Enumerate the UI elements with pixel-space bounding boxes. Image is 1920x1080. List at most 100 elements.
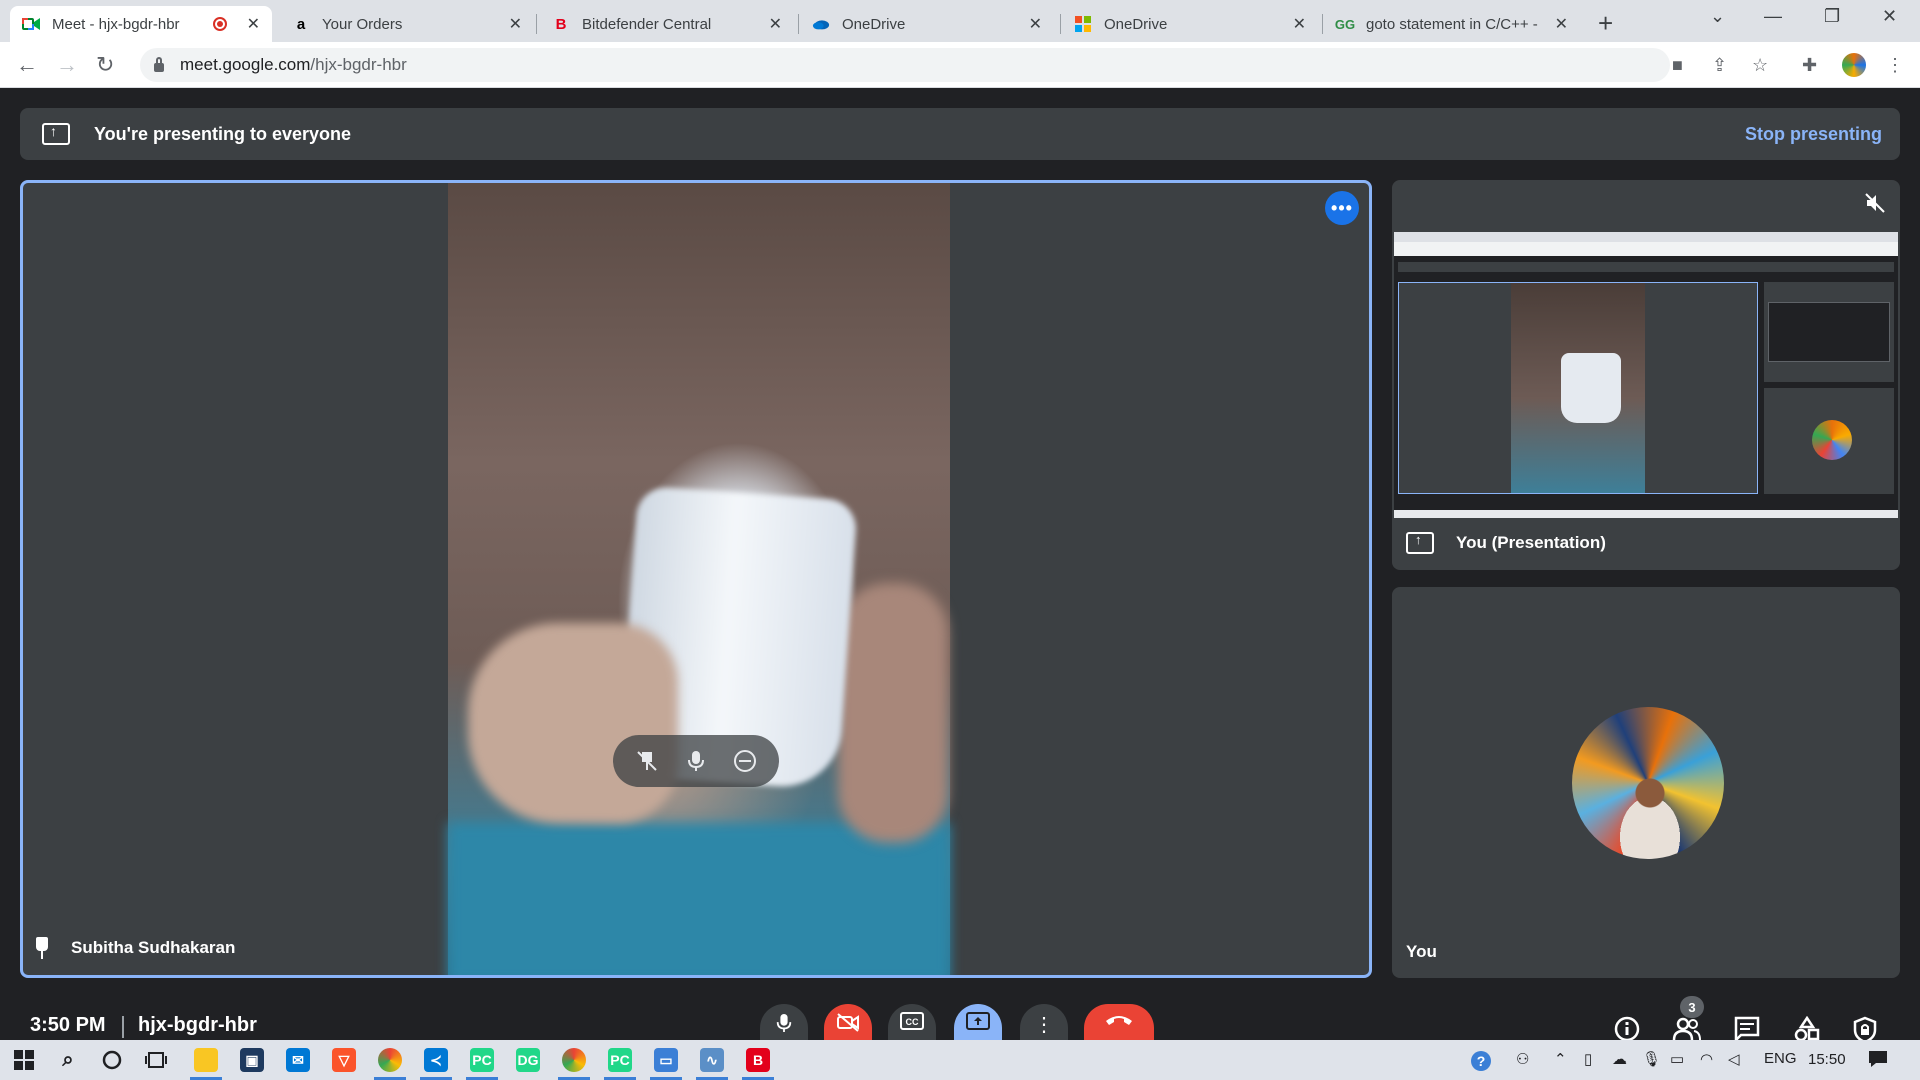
- tab-bitdefender[interactable]: B Bitdefender Central ✕: [540, 6, 794, 42]
- participant-name-label: Subitha Sudhakaran: [35, 937, 235, 959]
- vscode-icon[interactable]: ≺: [420, 1048, 452, 1080]
- device-icon[interactable]: ▯: [1584, 1050, 1592, 1068]
- jetbrains-icon[interactable]: DG: [516, 1048, 540, 1072]
- microphone-tray-icon[interactable]: 🎙: [1642, 1050, 1661, 1068]
- activities-shapes-icon: [1794, 1015, 1820, 1042]
- remote-desktop-icon[interactable]: ▭: [650, 1048, 682, 1080]
- more-options-icon[interactable]: •••: [1325, 191, 1359, 225]
- microphone-icon[interactable]: [679, 744, 713, 778]
- close-tab-icon[interactable]: ✕: [1029, 14, 1042, 34]
- battery-icon[interactable]: ▭: [1670, 1050, 1684, 1068]
- preview-taskbar: [1394, 510, 1898, 518]
- pin-icon: [35, 937, 49, 959]
- file-explorer-icon[interactable]: [190, 1048, 222, 1080]
- search-icon[interactable]: ⌕: [56, 1048, 80, 1072]
- more-options-button[interactable]: ⋮: [1020, 1004, 1068, 1040]
- tab-divider: [1060, 14, 1061, 34]
- preview-bottom-bar: [1394, 494, 1898, 518]
- close-tab-icon[interactable]: ✕: [769, 14, 782, 34]
- forward-arrow-icon[interactable]: →: [56, 52, 78, 78]
- help-icon[interactable]: ?: [1470, 1050, 1492, 1076]
- tab-onedrive-2[interactable]: OneDrive ✕: [1062, 6, 1318, 42]
- camera-in-use-icon[interactable]: ■: [1672, 55, 1683, 76]
- recording-indicator-icon: [212, 17, 227, 31]
- reload-icon[interactable]: ↻: [96, 52, 114, 78]
- chrome-profile-icon[interactable]: [558, 1048, 590, 1080]
- preview-browser-chrome: [1394, 232, 1898, 256]
- bitdefender-taskbar-icon[interactable]: B: [742, 1048, 774, 1080]
- present-now-button[interactable]: [954, 1004, 1002, 1040]
- task-view-icon[interactable]: [144, 1048, 168, 1072]
- self-label: You: [1406, 942, 1437, 961]
- notifications-icon[interactable]: [1868, 1050, 1888, 1072]
- chrome-menu-icon[interactable]: ⋮: [1886, 55, 1904, 76]
- close-tab-icon[interactable]: ✕: [247, 14, 260, 34]
- share-icon[interactable]: ⇪: [1712, 55, 1727, 76]
- close-window-icon[interactable]: ✕: [1882, 6, 1897, 27]
- tab-onedrive-1[interactable]: OneDrive ✕: [800, 6, 1054, 42]
- tab-your-orders[interactable]: a Your Orders ✕: [280, 6, 534, 42]
- remove-participant-icon[interactable]: [728, 744, 762, 778]
- meeting-control-bar: 3:50 PM hjx-bgdr-hbr CC ⋮ 3: [0, 996, 1920, 1044]
- mail-icon[interactable]: ✉: [286, 1048, 310, 1072]
- tab-divider: [1322, 14, 1323, 34]
- volume-icon[interactable]: ◁: [1728, 1050, 1740, 1068]
- tile-hover-controls: [613, 735, 779, 787]
- close-tab-icon[interactable]: ✕: [1293, 14, 1306, 34]
- presenting-banner-text: You're presenting to everyone: [94, 123, 352, 144]
- browser-toolbar: ← → ↻ meet.google.com/hjx-bgdr-hbr ■ ⇪ ☆…: [0, 42, 1920, 88]
- self-tile[interactable]: You: [1392, 587, 1900, 978]
- onedrive-tray-icon[interactable]: ☁: [1612, 1050, 1627, 1068]
- brave-icon[interactable]: ▽: [332, 1048, 356, 1072]
- bookmark-star-icon[interactable]: ☆: [1752, 55, 1768, 76]
- stop-presenting-button[interactable]: Stop presenting: [1745, 124, 1882, 145]
- preview-mug: [1561, 353, 1621, 423]
- new-tab-icon[interactable]: +: [1598, 8, 1613, 39]
- cortana-icon[interactable]: [100, 1048, 124, 1072]
- bitdefender-icon: B: [555, 15, 567, 33]
- microphone-icon: [776, 1014, 792, 1032]
- back-arrow-icon[interactable]: ←: [16, 52, 38, 78]
- windows-start-icon[interactable]: [12, 1048, 36, 1072]
- restore-icon[interactable]: ❐: [1824, 6, 1840, 27]
- minimize-icon[interactable]: —: [1764, 6, 1782, 27]
- amazon-icon: a: [296, 15, 306, 33]
- camera-off-button[interactable]: [824, 1004, 872, 1040]
- muted-speaker-icon: [1864, 192, 1886, 220]
- participant-count-badge: 3: [1680, 996, 1704, 1018]
- present-screen-icon: [966, 1012, 990, 1030]
- wifi-icon[interactable]: ◠: [1700, 1050, 1713, 1068]
- lock-icon[interactable]: [154, 56, 164, 72]
- chrome-icon[interactable]: [374, 1048, 406, 1080]
- pycharm-icon[interactable]: PC: [466, 1048, 498, 1080]
- address-bar[interactable]: meet.google.com/hjx-bgdr-hbr: [140, 48, 1670, 82]
- preview-avatar: [1812, 420, 1852, 460]
- tab-meet[interactable]: Meet - hjx-bgdr-hbr ✕: [10, 6, 272, 42]
- presentation-tile[interactable]: You (Presentation): [1392, 180, 1900, 570]
- pycharm-2-icon[interactable]: PC: [604, 1048, 636, 1080]
- svg-text:?: ?: [1477, 1053, 1486, 1069]
- tab-search-chevron-icon[interactable]: ⌄: [1710, 6, 1725, 27]
- taskbar-clock[interactable]: 15:50: [1808, 1051, 1846, 1068]
- tab-geeksforgeeks[interactable]: GG goto statement in C/C++ - ✕: [1324, 6, 1580, 42]
- divider: [122, 1016, 124, 1038]
- unpin-icon[interactable]: [630, 744, 664, 778]
- meeting-code: hjx-bgdr-hbr: [138, 1014, 257, 1036]
- close-tab-icon[interactable]: ✕: [1555, 14, 1568, 34]
- leave-call-button[interactable]: [1084, 1004, 1154, 1040]
- windows-taskbar: ⌕ ▣ ✉ ▽ ≺ PC DG PC ▭ ∿ B ? ⚇ ⌃ ▯ ☁ 🎙 ▭ ◠…: [0, 1040, 1920, 1080]
- language-indicator[interactable]: ENG: [1764, 1050, 1797, 1067]
- people-tray-icon[interactable]: ⚇: [1516, 1050, 1529, 1068]
- preview-self-tile: [1764, 388, 1894, 494]
- profile-avatar[interactable]: [1840, 51, 1868, 79]
- microphone-button[interactable]: [760, 1004, 808, 1040]
- extensions-puzzle-icon[interactable]: ✚: [1802, 55, 1817, 76]
- preview-side-tile: [1764, 282, 1894, 382]
- chat-icon: [1734, 1016, 1760, 1044]
- store-icon[interactable]: ▣: [240, 1048, 264, 1072]
- pinned-participant-tile[interactable]: ••• Subitha Sudhakaran: [20, 180, 1372, 978]
- show-hidden-icons-chevron[interactable]: ⌃: [1554, 1050, 1567, 1068]
- close-tab-icon[interactable]: ✕: [509, 14, 522, 34]
- captions-button[interactable]: CC: [888, 1004, 936, 1040]
- performance-monitor-icon[interactable]: ∿: [696, 1048, 728, 1080]
